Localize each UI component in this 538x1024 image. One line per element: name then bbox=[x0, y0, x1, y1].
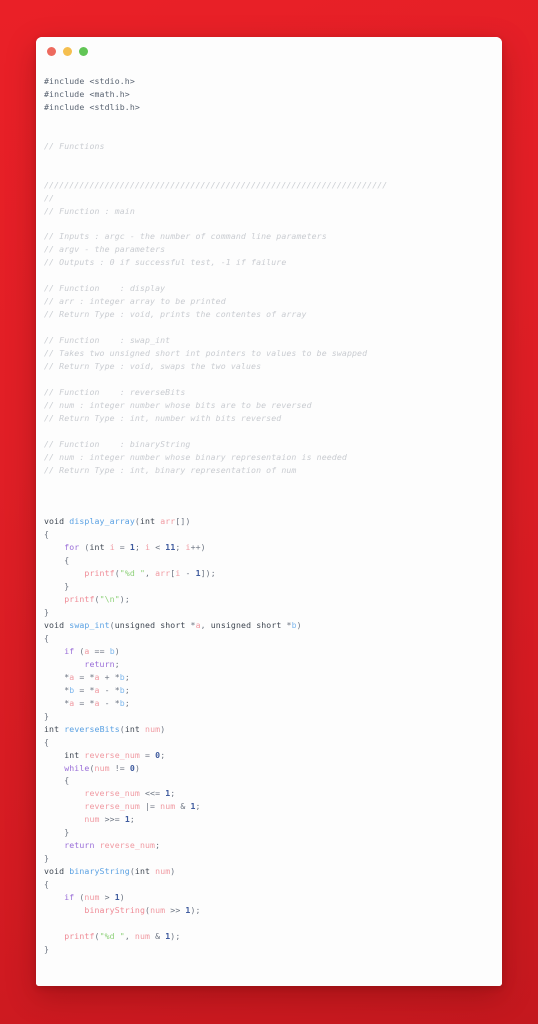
close-button[interactable] bbox=[47, 47, 56, 56]
code-editor-window: #include <stdio.h> #include <math.h> #in… bbox=[36, 37, 502, 986]
maximize-button[interactable] bbox=[79, 47, 88, 56]
window-titlebar bbox=[36, 37, 502, 66]
code-editor-pane[interactable]: #include <stdio.h> #include <math.h> #in… bbox=[36, 66, 502, 986]
minimize-button[interactable] bbox=[63, 47, 72, 56]
source-code[interactable]: #include <stdio.h> #include <math.h> #in… bbox=[44, 75, 502, 956]
